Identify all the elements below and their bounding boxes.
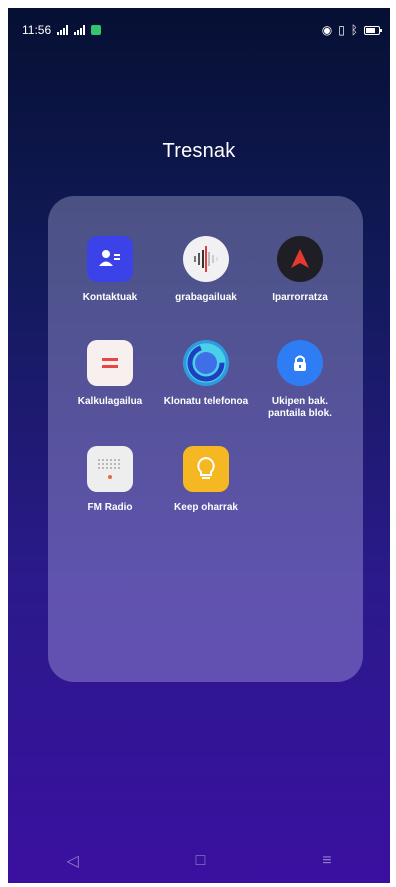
app-label: Iparrorratza xyxy=(272,292,328,303)
calculator-icon xyxy=(87,340,133,386)
vibrate-icon: ▯ xyxy=(338,23,345,37)
app-label: Kontaktuak xyxy=(82,292,138,303)
app-label: Keep oharrak xyxy=(174,502,238,513)
compass-icon xyxy=(277,236,323,282)
clone-phone-icon xyxy=(183,340,229,386)
app-notification-icon xyxy=(91,25,102,35)
app-voice-recorder[interactable]: grabagailuak xyxy=(158,236,254,304)
app-label: grabagailuak xyxy=(175,292,237,303)
status-left: 11:56 xyxy=(22,23,102,37)
contacts-icon xyxy=(87,236,133,282)
status-time: 11:56 xyxy=(22,23,52,37)
status-bar: 11:56 ◉ ▯ ᛒ xyxy=(8,8,390,52)
app-label: Ukipen bak. pantaila blok. xyxy=(268,396,332,419)
battery-icon xyxy=(364,25,382,35)
signal-icon xyxy=(74,25,86,35)
folder-title[interactable]: Tresnak xyxy=(8,140,390,163)
app-fm-radio[interactable]: FM Radio xyxy=(62,446,158,514)
folder-panel: Kontaktuak grabagailuak Iparrorratza Kal… xyxy=(48,196,363,682)
app-keep-notes[interactable]: Keep oharrak xyxy=(158,446,254,514)
notes-lightbulb-icon xyxy=(183,446,229,492)
app-label: Kalkulagailua xyxy=(77,396,143,407)
status-right: ◉ ▯ ᛒ xyxy=(321,23,382,37)
home-screen: 11:56 ◉ ▯ ᛒ Tresnak Kontaktuak grabagail… xyxy=(8,8,390,883)
app-screen-lock[interactable]: Ukipen bak. pantaila blok. xyxy=(252,340,348,420)
fm-radio-icon xyxy=(87,446,133,492)
voice-recorder-icon xyxy=(183,236,229,282)
bluetooth-icon: ᛒ xyxy=(350,23,358,37)
signal-icon xyxy=(57,25,69,35)
app-calculator[interactable]: Kalkulagailua xyxy=(62,340,158,408)
app-label: FM Radio xyxy=(87,502,133,513)
home-icon[interactable]: □ xyxy=(196,852,206,870)
screen-lock-icon xyxy=(277,340,323,386)
nfc-icon: ◉ xyxy=(321,23,333,37)
app-clone-phone[interactable]: Klonatu telefonoa xyxy=(158,340,254,408)
app-label: Klonatu telefonoa xyxy=(163,396,249,407)
back-icon[interactable]: ◁ xyxy=(66,851,78,871)
app-contacts[interactable]: Kontaktuak xyxy=(62,236,158,304)
app-compass[interactable]: Iparrorratza xyxy=(252,236,348,304)
menu-icon[interactable]: ≡ xyxy=(322,852,331,870)
navigation-bar: ◁ □ ≡ xyxy=(8,839,390,883)
